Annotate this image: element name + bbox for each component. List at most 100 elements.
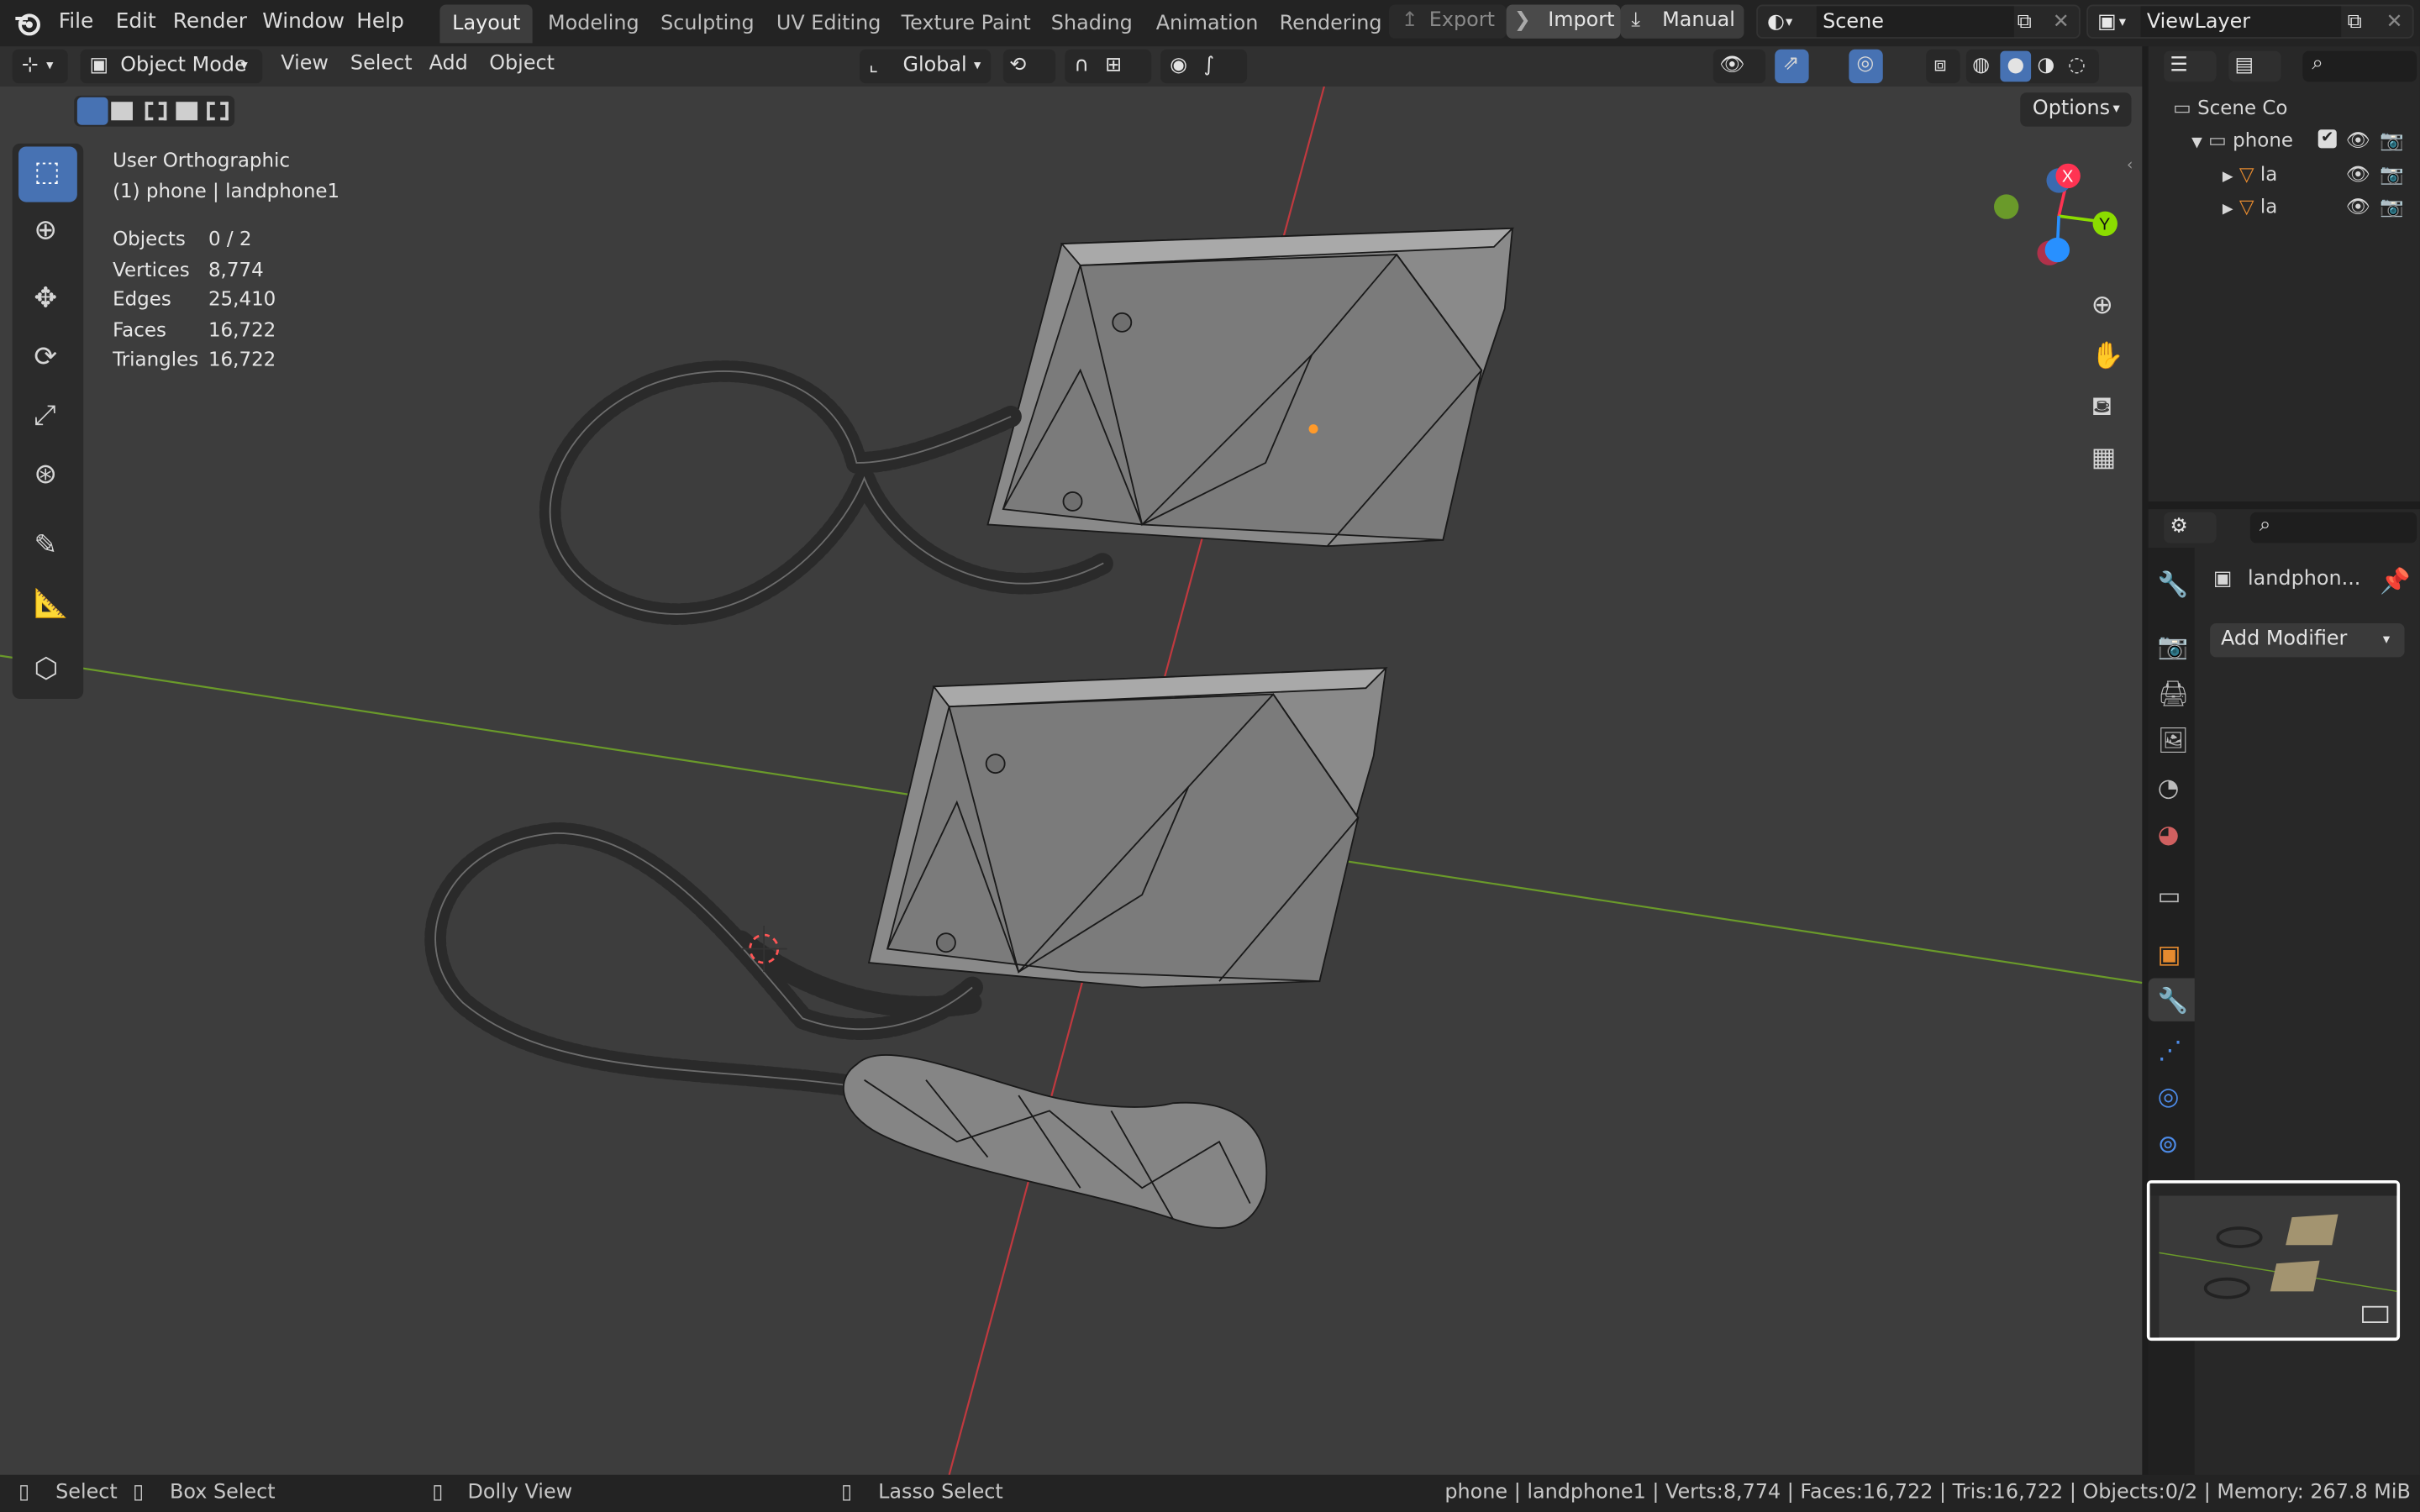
modifier-tab[interactable]: 🔧 bbox=[2148, 978, 2195, 1021]
outliner-search-input[interactable]: ⌕ bbox=[2302, 50, 2417, 82]
overlay-toggle-button[interactable]: ◎ bbox=[1849, 49, 1883, 84]
object-tab-icon[interactable]: ▣ bbox=[2158, 940, 2181, 969]
camera-icon[interactable]: 📷 bbox=[2380, 159, 2404, 190]
particles-tab-icon[interactable]: ⋰ bbox=[2158, 1035, 2182, 1064]
solid-shading-icon[interactable]: ● bbox=[2000, 50, 2032, 82]
phone-base-upper bbox=[986, 227, 1515, 548]
pivot-point-button[interactable]: ⟲ bbox=[1002, 49, 1056, 84]
scene-selector[interactable]: ◐ ▾ Scene ⧉ ✕ bbox=[1756, 4, 2081, 39]
visibility-button[interactable]: 👁 bbox=[1712, 49, 1766, 84]
scene-tab-icon[interactable]: ◔ bbox=[2158, 773, 2180, 802]
select-subtract-icon[interactable] bbox=[145, 102, 167, 121]
tab-texture-paint[interactable]: Texture Paint bbox=[889, 5, 1043, 44]
navigation-gizmo[interactable]: X Y bbox=[1988, 157, 2136, 281]
outliner-editor-type[interactable]: ☰ bbox=[2164, 50, 2217, 82]
transform-tool[interactable]: ⊛ bbox=[18, 449, 77, 504]
eye-icon[interactable]: 👁 bbox=[2346, 192, 2370, 223]
select-extend-icon[interactable] bbox=[111, 102, 133, 121]
menu-render[interactable]: Render bbox=[173, 0, 247, 46]
menu-help[interactable]: Help bbox=[356, 0, 404, 46]
rotate-tool[interactable]: ⟳ bbox=[18, 332, 77, 387]
camera-icon[interactable]: 📷 bbox=[2380, 125, 2404, 156]
shading-mode-group[interactable]: ◍ ● ◑ ◌ bbox=[1965, 49, 2099, 84]
viewlayer-selector[interactable]: ▣ ▾ ViewLayer ⧉ ✕ bbox=[2086, 4, 2414, 39]
outliner-row-object[interactable]: ▶ ▽ la 👁 📷 bbox=[2223, 159, 2420, 192]
outliner-row-scene[interactable]: ▭ Scene Co bbox=[2173, 92, 2287, 123]
export-button[interactable]: ↥ Export bbox=[1389, 4, 1507, 39]
properties-search-input[interactable]: ⌕ bbox=[2249, 512, 2417, 543]
menu-select[interactable]: Select bbox=[350, 43, 413, 89]
3d-viewport[interactable]: ⬚ ⊕ ✥ ⟳ ⤢ ⊛ ✎ 📐 ⬡ User Orthographic (1) … bbox=[0, 86, 2143, 1475]
manual-button[interactable]: ⤓ Manual bbox=[1620, 4, 1744, 39]
tab-shading[interactable]: Shading bbox=[1039, 5, 1144, 44]
tool-tab-icon[interactable]: 🔧 bbox=[2158, 570, 2189, 599]
measure-tool[interactable]: 📐 bbox=[18, 579, 77, 634]
tab-sculpting[interactable]: Sculpting bbox=[648, 5, 766, 44]
scene-name-field[interactable]: Scene bbox=[1816, 6, 2014, 38]
material-shading-icon[interactable]: ◑ bbox=[2037, 50, 2054, 83]
wireframe-shading-icon[interactable]: ◍ bbox=[1972, 50, 1990, 83]
close-icon[interactable]: ✕ bbox=[2386, 6, 2403, 39]
view-layer-tab-icon[interactable]: 🖼 bbox=[2158, 725, 2189, 754]
constraints-tab-icon[interactable]: ⊚ bbox=[2158, 1129, 2179, 1158]
move-tool[interactable]: ✥ bbox=[18, 273, 77, 328]
select-intersect-icon[interactable] bbox=[207, 102, 229, 121]
checkbox-icon[interactable]: ✔ bbox=[2317, 129, 2337, 149]
rendered-shading-icon[interactable]: ◌ bbox=[2068, 50, 2086, 83]
output-tab-icon[interactable]: 🖨 bbox=[2158, 679, 2189, 708]
world-tab-icon[interactable]: ◕ bbox=[2158, 819, 2180, 848]
pin-icon[interactable]: 📌 bbox=[2380, 566, 2411, 596]
select-invert-icon[interactable] bbox=[176, 102, 198, 121]
import-button[interactable]: ❯ Import bbox=[1506, 4, 1621, 39]
select-box-tool[interactable]: ⬚ bbox=[18, 146, 77, 202]
new-viewlayer-icon[interactable]: ⧉ bbox=[2348, 6, 2362, 39]
xray-toggle-button[interactable]: ⧈ bbox=[1926, 49, 1960, 84]
ortho-toggle-button[interactable]: ▦ bbox=[2084, 439, 2124, 480]
camera-view-button[interactable]: ⛾ bbox=[2084, 389, 2124, 429]
display-mode-button[interactable]: ▤ bbox=[2228, 50, 2281, 82]
screenshot-thumbnail[interactable] bbox=[2146, 1180, 2401, 1341]
outliner-row-object[interactable]: ▶ ▽ la 👁 📷 bbox=[2223, 192, 2420, 225]
tab-animation[interactable]: Animation bbox=[1144, 5, 1270, 44]
mode-dropdown[interactable]: ▣ Object Mode ▾ bbox=[80, 49, 263, 84]
eye-icon[interactable]: 👁 bbox=[2346, 159, 2370, 190]
annotate-tool[interactable]: ✎ bbox=[18, 520, 77, 575]
tab-rendering[interactable]: Rendering bbox=[1267, 5, 1394, 44]
camera-icon[interactable]: 📷 bbox=[2380, 192, 2404, 223]
menu-view[interactable]: View bbox=[281, 43, 329, 89]
new-scene-icon[interactable]: ⧉ bbox=[2018, 6, 2032, 39]
pan-button[interactable]: ✋ bbox=[2084, 338, 2124, 378]
stat-label: Faces bbox=[113, 317, 166, 340]
physics-tab-icon[interactable]: ◎ bbox=[2158, 1082, 2180, 1111]
menu-window[interactable]: Window bbox=[262, 0, 345, 46]
add-cube-tool[interactable]: ⬡ bbox=[18, 643, 77, 699]
axes-icon: ⊹ bbox=[21, 54, 39, 77]
tab-layout[interactable]: Layout bbox=[439, 4, 534, 44]
scale-tool[interactable]: ⤢ bbox=[18, 391, 77, 446]
outliner-row-collection[interactable]: ▼ ▭ phone ✔ 👁 📷 bbox=[2191, 125, 2420, 159]
blender-logo-icon[interactable] bbox=[13, 9, 44, 37]
transform-orientation-dropdown[interactable]: ⌞ Global ▾ bbox=[860, 49, 992, 84]
menu-add[interactable]: Add bbox=[429, 43, 468, 89]
add-modifier-dropdown[interactable]: Add Modifier ▾ bbox=[2210, 623, 2405, 658]
close-icon[interactable]: ✕ bbox=[2053, 6, 2070, 39]
editor-type-button[interactable]: ⊹ ▾ bbox=[12, 49, 68, 84]
eye-icon[interactable]: 👁 bbox=[2346, 125, 2370, 156]
tab-modeling[interactable]: Modeling bbox=[535, 5, 651, 44]
sidebar-toggle-icon[interactable]: ‹ bbox=[2127, 157, 2133, 174]
menu-edit[interactable]: Edit bbox=[116, 0, 156, 46]
cursor-tool[interactable]: ⊕ bbox=[18, 205, 77, 260]
tab-uv-editing[interactable]: UV Editing bbox=[764, 5, 893, 44]
render-tab-icon[interactable]: 📷 bbox=[2158, 631, 2189, 660]
menu-file[interactable]: File bbox=[59, 0, 93, 46]
zoom-button[interactable]: ⊕ bbox=[2084, 287, 2124, 328]
viewlayer-name-field[interactable]: ViewLayer bbox=[2140, 6, 2342, 38]
properties-editor-type[interactable]: ⚙ bbox=[2164, 512, 2217, 543]
collection-tab-icon[interactable]: ▭ bbox=[2158, 881, 2181, 911]
menu-object[interactable]: Object bbox=[489, 43, 555, 89]
select-new-icon[interactable] bbox=[76, 97, 108, 125]
gizmo-toggle-button[interactable]: ⇗ bbox=[1775, 49, 1809, 84]
proportional-edit-button[interactable]: ◉ ∫ bbox=[1160, 49, 1248, 84]
snap-button[interactable]: ∩ ⊞ bbox=[1065, 49, 1152, 84]
options-dropdown[interactable]: Options ▾ bbox=[2020, 92, 2132, 127]
